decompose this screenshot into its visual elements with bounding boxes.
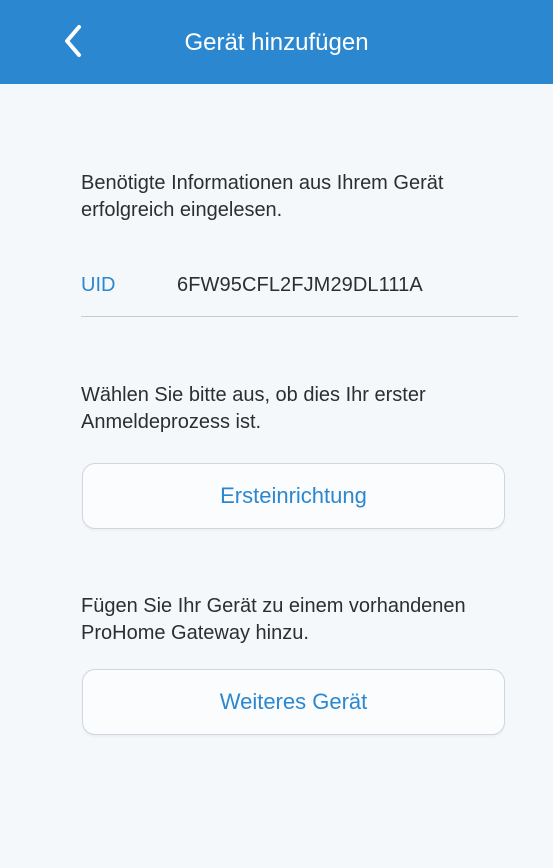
gateway-prompt-text: Fügen Sie Ihr Gerät zu einem vorhandenen… bbox=[81, 595, 466, 644]
page-title: Gerät hinzufügen bbox=[184, 29, 369, 56]
uid-divider bbox=[81, 316, 518, 317]
uid-row: UID 6FW95CFL2FJM29DL111A bbox=[81, 272, 518, 310]
uid-label: UID bbox=[81, 274, 116, 296]
additional-device-button[interactable]: Weiteres Gerät bbox=[82, 669, 505, 735]
setup-prompt-text: Wählen Sie bitte aus, ob dies Ihr erster… bbox=[81, 384, 426, 433]
add-device-screen: Gerät hinzufügen Benötigte Informationen… bbox=[0, 0, 553, 868]
read-success-text: Benötigte Informationen aus Ihrem Gerät … bbox=[81, 172, 444, 221]
top-bar: Gerät hinzufügen bbox=[0, 0, 553, 84]
content-area: Benötigte Informationen aus Ihrem Gerät … bbox=[0, 84, 553, 868]
first-setup-button[interactable]: Ersteinrichtung bbox=[82, 463, 505, 529]
uid-value: 6FW95CFL2FJM29DL111A bbox=[177, 274, 423, 296]
